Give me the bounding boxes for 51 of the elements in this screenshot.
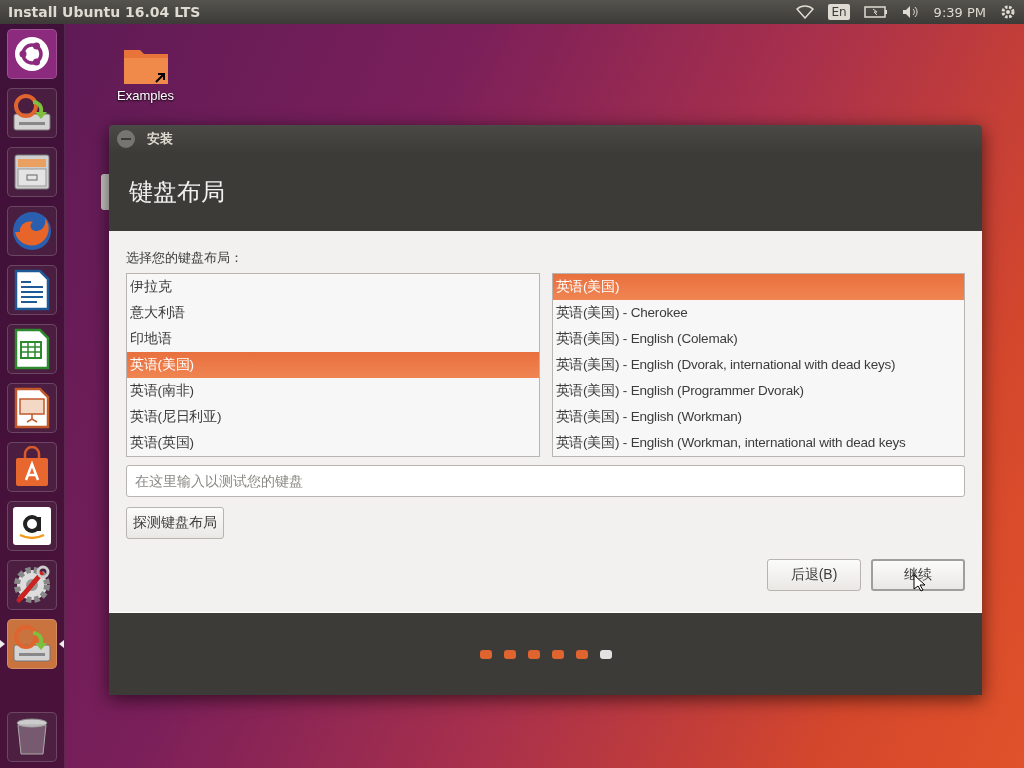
keyboard-indicator[interactable]: En bbox=[828, 4, 850, 20]
variant-item[interactable]: 英语(美国) - English (Workman) bbox=[552, 404, 964, 430]
launcher-item[interactable] bbox=[7, 501, 57, 551]
variant-item[interactable]: 英语(美国) - English (Colemak) bbox=[552, 326, 964, 352]
variant-item[interactable]: 英语(美国) - English (Workman, international with dead keys bbox=[552, 430, 964, 456]
shopping-bag-icon bbox=[13, 446, 51, 488]
window-title: Install Ubuntu 16.04 LTS bbox=[8, 4, 202, 20]
variant-item[interactable]: 英语(美国) - English (Dvorak, international with dead keys) bbox=[552, 352, 964, 378]
disk-drive-icon bbox=[11, 92, 53, 134]
launcher-item[interactable] bbox=[7, 265, 57, 315]
detect-button[interactable]: 探测键盘布局 bbox=[126, 507, 224, 539]
launcher-item[interactable] bbox=[7, 712, 57, 762]
background-window-edge bbox=[101, 174, 109, 210]
launcher-item[interactable] bbox=[7, 560, 57, 610]
layout-item[interactable]: 英语(尼日利亚) bbox=[127, 404, 539, 430]
battery-icon[interactable] bbox=[863, 6, 888, 18]
continue-button[interactable]: 继续 bbox=[871, 559, 965, 591]
layout-item[interactable]: 英语(英国) bbox=[127, 430, 539, 456]
launcher-item[interactable] bbox=[7, 324, 57, 374]
prompt-text: 选择您的键盘布局： bbox=[126, 249, 244, 267]
window-title: 安装 bbox=[147, 130, 173, 148]
page-heading: 键盘布局 bbox=[129, 177, 225, 208]
letter-a-smile-icon bbox=[12, 506, 52, 546]
layout-item[interactable]: 意大利语 bbox=[127, 300, 539, 326]
document-icon bbox=[14, 269, 50, 311]
disk-drive-icon bbox=[11, 623, 53, 665]
presentation-icon bbox=[14, 387, 50, 429]
settings-icon[interactable] bbox=[1000, 4, 1016, 20]
back-button[interactable]: 后退(B) bbox=[767, 559, 861, 591]
launcher-item[interactable] bbox=[7, 442, 57, 492]
volume-icon[interactable] bbox=[901, 5, 920, 19]
input-field[interactable]: 在这里输入以测试您的键盘 bbox=[126, 465, 965, 497]
clock[interactable]: 9:39 PM bbox=[933, 4, 986, 20]
globe-fox-icon bbox=[11, 210, 53, 252]
layout-item[interactable]: 英语(南非) bbox=[127, 378, 539, 404]
variant-item[interactable]: 英语(美国) - Cherokee bbox=[552, 300, 964, 326]
desktop-icon-label[interactable]: Examples bbox=[117, 88, 175, 103]
close-button[interactable] bbox=[117, 130, 135, 148]
trash-icon bbox=[15, 717, 49, 757]
wifi-icon[interactable] bbox=[796, 5, 815, 19]
variant-item[interactable]: 英语(美国) - English (Programmer Dvorak) bbox=[552, 378, 964, 404]
launcher-item[interactable] bbox=[7, 88, 57, 138]
launcher-item[interactable] bbox=[7, 383, 57, 433]
launcher-item[interactable] bbox=[7, 147, 57, 197]
layout-item[interactable]: 印地语 bbox=[127, 326, 539, 352]
spreadsheet-icon bbox=[14, 328, 50, 370]
launcher-item[interactable] bbox=[7, 29, 57, 79]
ubuntu-logo-icon bbox=[14, 36, 50, 72]
gear-wrench-icon bbox=[11, 564, 53, 606]
layout-item[interactable]: 伊拉克 bbox=[127, 274, 539, 300]
file-cabinet-icon bbox=[12, 152, 52, 192]
